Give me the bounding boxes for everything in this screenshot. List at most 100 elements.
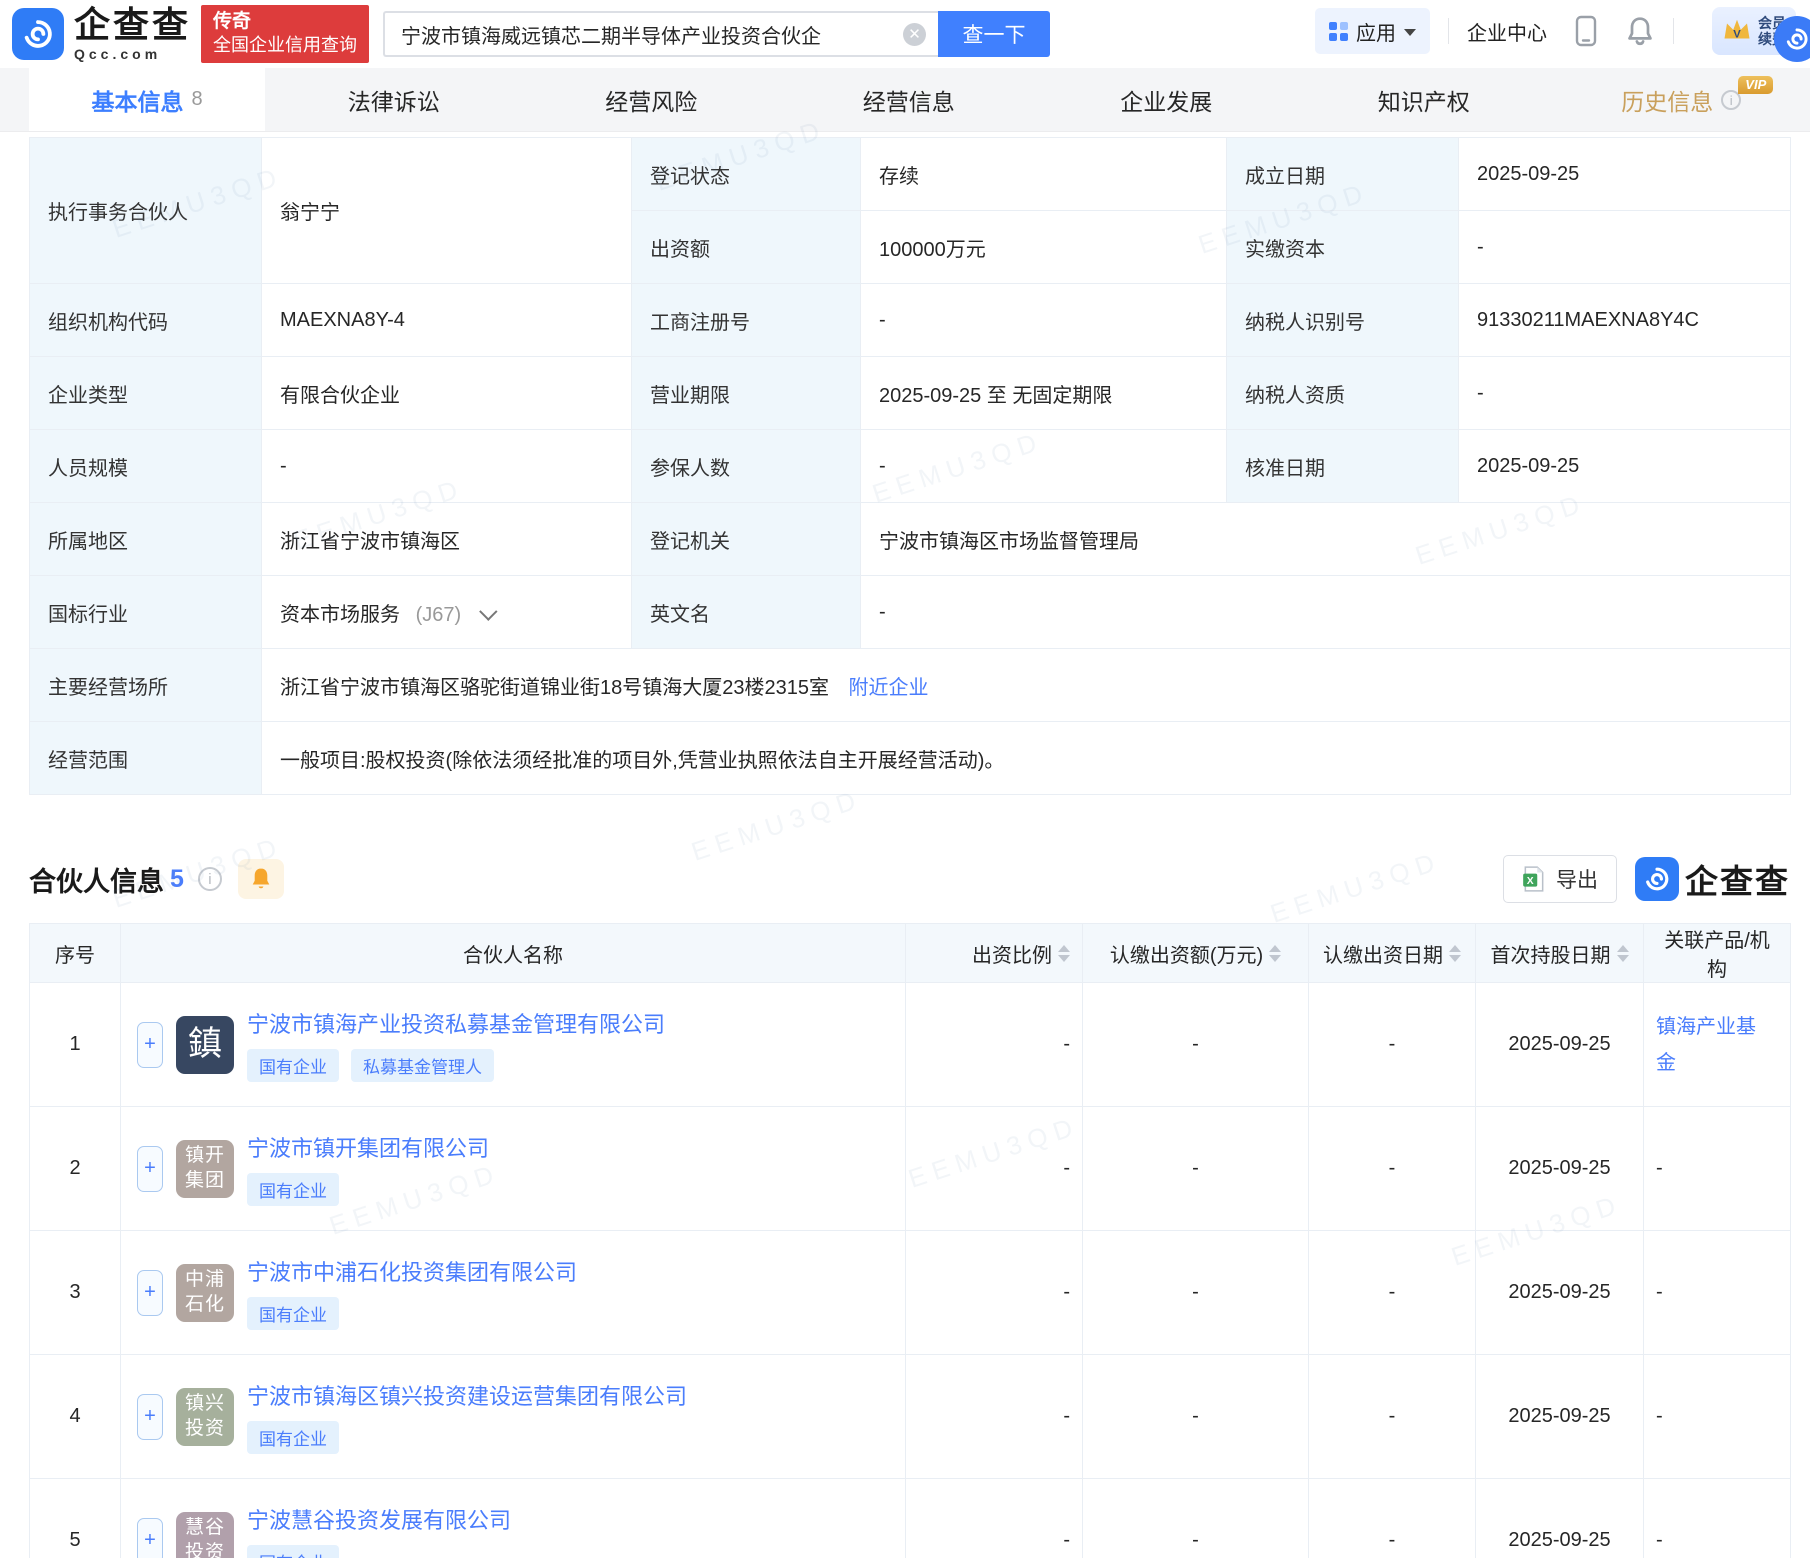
- qcc-logo-icon: [1635, 857, 1679, 901]
- partner-row: 4 + 镇兴 投资 宁波市镇海区镇兴投资建设运营集团有限公司 国有企业 - - -…: [29, 1354, 1791, 1479]
- tab-history-info[interactable]: 历史信息 VIP i: [1553, 68, 1810, 131]
- chevron-down-icon[interactable]: [478, 601, 498, 621]
- ratio-value: -: [905, 1478, 1083, 1558]
- field-label: 出资额: [631, 210, 861, 284]
- partner-row: 3 + 中浦 石化 宁波市中浦石化投资集团有限公司 国有企业 - - - 2025…: [29, 1230, 1791, 1355]
- apps-menu-button[interactable]: 应用: [1315, 8, 1430, 54]
- amount-value: -: [1082, 1354, 1309, 1479]
- field-label: 经营范围: [29, 721, 262, 795]
- sort-icon[interactable]: [1449, 944, 1461, 962]
- industry-code: (J67): [415, 603, 462, 626]
- qcc-logo-icon[interactable]: [12, 8, 64, 60]
- slogan-line1: 传奇: [213, 11, 252, 33]
- chevron-down-icon: [1404, 28, 1416, 36]
- sort-icon[interactable]: [1058, 944, 1070, 962]
- amount-value: -: [1082, 1106, 1309, 1231]
- partner-company-link[interactable]: 宁波市中浦石化投资集团有限公司: [247, 1255, 577, 1287]
- tab-operation-info[interactable]: 经营信息: [780, 68, 1038, 131]
- field-label: 参保人数: [631, 429, 861, 503]
- column-header-subscribed-date[interactable]: 认缴出资日期: [1308, 923, 1476, 983]
- qcc-watermark-logo: 企查查: [1635, 855, 1790, 903]
- subscribe-date-value: -: [1308, 1354, 1476, 1479]
- table-row: 经营范围 一般项目:股权投资(除依法须经批准的项目外,凭营业执照依法自主开展经营…: [29, 721, 1791, 795]
- industry-value: 资本市场服务 (J67): [261, 575, 632, 649]
- search-bar: ✕ 查一下: [383, 11, 1051, 57]
- qcc-logo-wordmark[interactable]: 企查查 Qcc.com: [74, 4, 192, 62]
- hold-date-value: 2025-09-25: [1475, 1106, 1644, 1231]
- company-tag[interactable]: 私募基金管理人: [351, 1049, 494, 1082]
- subscribe-bell-button[interactable]: [237, 859, 284, 899]
- sort-icon[interactable]: [1616, 944, 1629, 962]
- partners-count: 5: [170, 864, 184, 893]
- enterprise-center-link[interactable]: 企业中心: [1467, 17, 1547, 46]
- nearby-companies-link[interactable]: 附近企业: [849, 677, 929, 699]
- search-button[interactable]: 查一下: [938, 11, 1051, 57]
- qcc-company-page: EEMU3QD EEMU3QD EEMU3QD EEMU3QD EEMU3QD …: [0, 0, 1810, 1558]
- avatar: 镇开 集团: [176, 1139, 234, 1198]
- company-tag[interactable]: 国有企业: [247, 1049, 339, 1082]
- field-label: 核准日期: [1226, 429, 1459, 503]
- column-header-subscribed-amount[interactable]: 认缴出资额(万元): [1082, 923, 1309, 983]
- field-label: 登记状态: [631, 137, 861, 211]
- expand-row-button[interactable]: +: [137, 1269, 163, 1316]
- section-title: 合伙人信息: [29, 866, 164, 897]
- column-header-first-holding-date[interactable]: 首次持股日期: [1475, 923, 1644, 983]
- clear-search-icon[interactable]: ✕: [903, 22, 927, 46]
- company-tag[interactable]: 国有企业: [247, 1297, 339, 1330]
- info-icon[interactable]: i: [197, 867, 222, 891]
- approve-date-value: 2025-09-25: [1458, 429, 1791, 503]
- partners-table-header-row: 序号 合伙人名称 出资比例 认缴出资额(万元) 认缴出资日期 首次持股日期 关联…: [29, 923, 1791, 983]
- expand-row-button[interactable]: +: [137, 1517, 163, 1558]
- column-header-ratio[interactable]: 出资比例: [905, 923, 1083, 983]
- bell-icon: [252, 868, 270, 889]
- search-box: ✕: [383, 11, 939, 57]
- row-index: 1: [29, 982, 121, 1107]
- sort-icon[interactable]: [1269, 944, 1282, 962]
- field-label: 所属地区: [29, 502, 262, 576]
- partner-company-link[interactable]: 宁波慧谷投资发展有限公司: [247, 1503, 511, 1535]
- partner-company-link[interactable]: 宁波市镇海产业投资私募基金管理有限公司: [247, 1007, 665, 1039]
- related-value: -: [1643, 1230, 1791, 1355]
- crown-icon: V: [1724, 19, 1750, 40]
- biz-reg-value: -: [860, 283, 1227, 357]
- export-button[interactable]: X 导出: [1503, 855, 1617, 903]
- tax-id-value: 91330211MAEXNA8Y4C: [1458, 283, 1791, 357]
- authority-value: 宁波市镇海区市场监督管理局: [860, 502, 1791, 576]
- tab-enterprise-development[interactable]: 企业发展: [1038, 68, 1296, 131]
- logo-text: 企查查: [74, 4, 192, 45]
- partner-company-link[interactable]: 宁波市镇海区镇兴投资建设运营集团有限公司: [247, 1379, 687, 1411]
- search-input[interactable]: [401, 22, 904, 46]
- capital-value: 100000万元: [860, 210, 1227, 284]
- partners-header-actions: X 导出 企查查: [1503, 855, 1790, 903]
- basic-info-table: 执行事务合伙人 翁宁宁 登记状态 存续 成立日期 2025-09-25 出资额 …: [29, 137, 1791, 795]
- apps-grid-icon: [1329, 21, 1348, 41]
- tab-basic-info[interactable]: 基本信息 8: [29, 68, 265, 131]
- related-fund-link[interactable]: 镇海产业基金: [1656, 1016, 1756, 1074]
- company-tag[interactable]: 国有企业: [247, 1173, 339, 1206]
- hold-date-value: 2025-09-25: [1475, 1230, 1644, 1355]
- row-index: 2: [29, 1106, 121, 1231]
- slogan-badge: 传奇 全国企业信用查询: [201, 5, 370, 63]
- partner-company-link[interactable]: 宁波市镇开集团有限公司: [247, 1131, 489, 1163]
- mobile-app-icon[interactable]: [1573, 14, 1599, 48]
- column-header-related-products: 关联产品/机构: [1643, 923, 1791, 983]
- avatar: 鎮: [176, 1015, 234, 1074]
- expand-row-button[interactable]: +: [137, 1021, 163, 1068]
- table-row: 所属地区 浙江省宁波市镇海区 登记机关 宁波市镇海区市场监督管理局: [29, 502, 1791, 576]
- company-tag[interactable]: 国有企业: [247, 1421, 339, 1454]
- excel-icon: X: [1523, 866, 1544, 892]
- row-index: 3: [29, 1230, 121, 1355]
- related-value: -: [1643, 1478, 1791, 1558]
- tab-legal-litigation[interactable]: 法律诉讼: [265, 68, 523, 131]
- company-tag[interactable]: 国有企业: [247, 1545, 339, 1558]
- reg-status-value: 存续: [860, 137, 1227, 211]
- expand-row-button[interactable]: +: [137, 1145, 163, 1192]
- tab-operation-risk[interactable]: 经营风险: [523, 68, 781, 131]
- notifications-bell-icon[interactable]: [1625, 15, 1655, 47]
- divider: [1673, 18, 1674, 44]
- expand-row-button[interactable]: +: [137, 1393, 163, 1440]
- en-name-value: -: [860, 575, 1791, 649]
- tab-intellectual-property[interactable]: 知识产权: [1295, 68, 1553, 131]
- exec-partner-value: 翁宁宁: [261, 137, 632, 284]
- area-value: 浙江省宁波市镇海区: [261, 502, 632, 576]
